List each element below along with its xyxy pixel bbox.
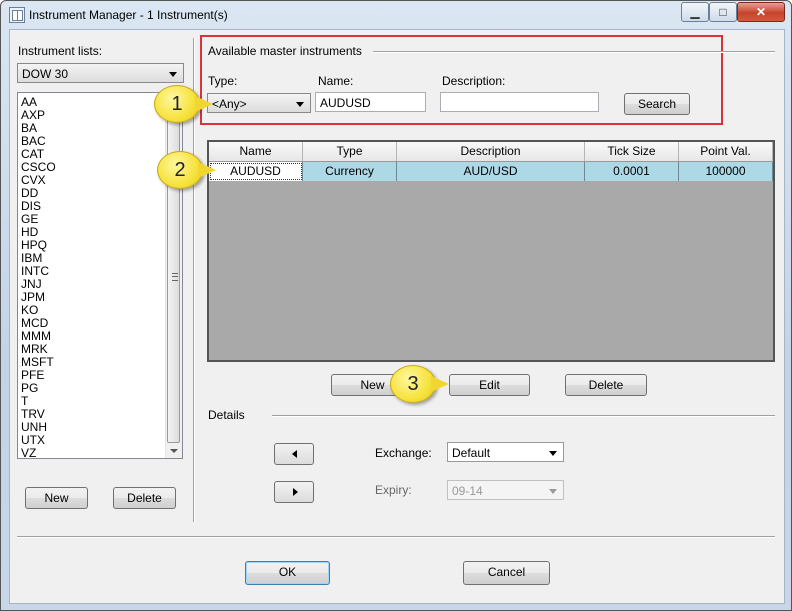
type-value: <Any>: [212, 97, 247, 111]
cell-description[interactable]: AUD/USD: [397, 162, 585, 181]
footer-separator: [17, 536, 775, 538]
list-delete-button[interactable]: Delete: [113, 487, 176, 509]
callout-2-pointer: [198, 162, 216, 178]
expiry-dropdown[interactable]: 09-14: [447, 480, 564, 500]
scroll-down-icon[interactable]: [170, 449, 178, 453]
chevron-down-icon: [296, 102, 304, 107]
callout-2: 2: [157, 151, 216, 189]
exchange-dropdown[interactable]: Default: [447, 442, 564, 462]
description-label: Description:: [442, 74, 506, 88]
callout-3-number: 3: [407, 373, 419, 395]
grid-delete-button[interactable]: Delete: [565, 374, 647, 396]
instrument-list-value: DOW 30: [22, 67, 69, 81]
cancel-button[interactable]: Cancel: [463, 561, 550, 585]
maximize-button[interactable]: □: [709, 2, 737, 22]
table-row[interactable]: AUDUSD Currency AUD/USD 0.0001 100000: [209, 162, 773, 181]
grid-header: Name Type Description Tick Size Point Va…: [209, 142, 773, 162]
column-header-tick-size[interactable]: Tick Size: [585, 142, 679, 161]
next-button[interactable]: [274, 481, 314, 503]
cell-point-value[interactable]: 100000: [679, 162, 773, 181]
list-new-button[interactable]: New: [25, 487, 88, 509]
expiry-value: 09-14: [452, 484, 483, 498]
callout-1-pointer: [195, 96, 213, 112]
cell-tick-size[interactable]: 0.0001: [585, 162, 679, 181]
callout-2-number: 2: [174, 159, 186, 181]
cell-name[interactable]: AUDUSD: [209, 162, 303, 181]
name-input[interactable]: AUDUSD: [315, 92, 426, 112]
close-button[interactable]: ✕: [737, 2, 785, 22]
instrument-lists-label: Instrument lists:: [18, 44, 103, 58]
ok-button[interactable]: OK: [245, 561, 330, 585]
column-header-description[interactable]: Description: [397, 142, 585, 161]
arrow-left-icon: [292, 450, 297, 458]
details-separator: [272, 415, 775, 417]
name-input-value: AUDUSD: [320, 96, 371, 110]
column-header-point-value[interactable]: Point Val.: [679, 142, 773, 161]
column-header-type[interactable]: Type: [303, 142, 397, 161]
app-icon: [9, 7, 25, 23]
callout-1: 1: [154, 85, 213, 123]
previous-button[interactable]: [274, 443, 314, 465]
minimize-button[interactable]: ▁: [681, 2, 709, 22]
group-separator: [373, 51, 775, 53]
column-header-name[interactable]: Name: [209, 142, 303, 161]
type-dropdown[interactable]: <Any>: [207, 93, 311, 113]
description-input[interactable]: [440, 92, 599, 112]
instrument-grid[interactable]: Name Type Description Tick Size Point Va…: [207, 140, 775, 362]
list-item[interactable]: VZ: [21, 447, 36, 460]
instrument-manager-window: Instrument Manager - 1 Instrument(s) ▁ □…: [0, 0, 792, 611]
exchange-value: Default: [452, 446, 491, 460]
callout-1-number: 1: [171, 93, 183, 115]
expiry-label: Expiry:: [375, 483, 412, 497]
arrow-right-icon: [293, 488, 298, 496]
listbox-scrollbar[interactable]: [165, 93, 182, 458]
details-label: Details: [208, 408, 245, 422]
callout-3: 3: [390, 365, 449, 403]
name-label: Name:: [318, 74, 354, 88]
chevron-down-icon: [169, 72, 177, 77]
grip-icon: [172, 273, 178, 281]
grid-edit-button[interactable]: Edit: [449, 374, 530, 396]
chevron-down-icon: [549, 451, 557, 456]
instrument-listbox[interactable]: AA AXP BA BAC CAT CSCO CVX DD DIS GE HD HPQ IBM INTC J…: [17, 92, 183, 460]
chevron-down-icon: [549, 489, 557, 494]
callout-3-pointer: [431, 376, 449, 392]
exchange-label: Exchange:: [375, 446, 432, 460]
title-bar[interactable]: Instrument Manager - 1 Instrument(s) ▁ □…: [1, 1, 791, 29]
dialog-client-area: Instrument lists: DOW 30 AA AXP BA BAC CAT CS…: [9, 29, 785, 604]
type-label: Type:: [208, 74, 238, 88]
instrument-list-dropdown[interactable]: DOW 30: [17, 63, 184, 83]
search-button[interactable]: Search: [624, 93, 690, 115]
window-title: Instrument Manager - 1 Instrument(s): [29, 8, 228, 22]
cell-type[interactable]: Currency: [303, 162, 397, 181]
master-group-label: Available master instruments: [208, 44, 362, 58]
